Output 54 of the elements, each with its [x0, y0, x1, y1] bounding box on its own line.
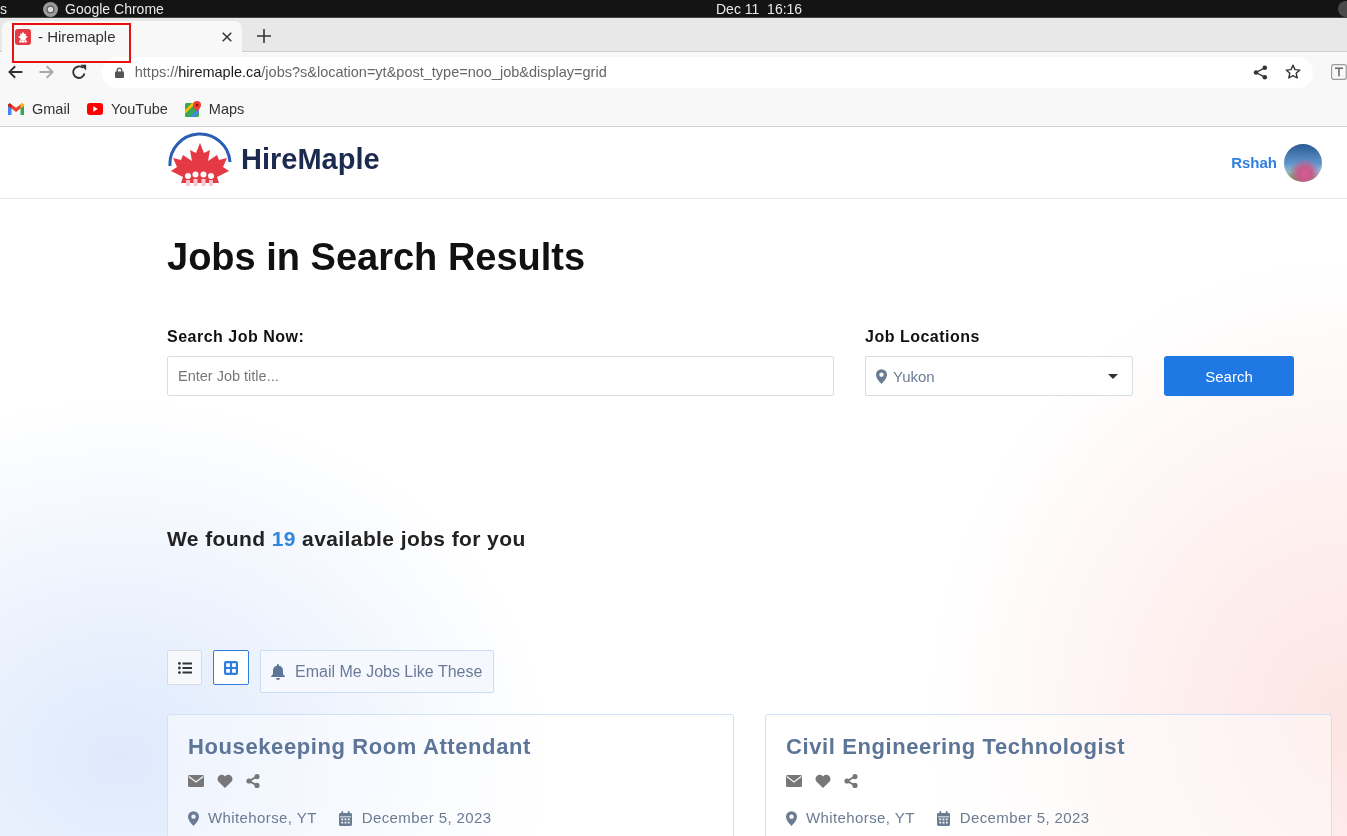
address-bar[interactable]: https://hiremaple.ca/jobs?s&location=yt&post_type=noo_job&display=grid	[101, 56, 1314, 88]
date-text: December 5, 2023	[959, 808, 1090, 828]
location-pin-icon	[876, 368, 887, 384]
grid-view-button[interactable]	[213, 650, 249, 685]
location-text: Whitehorse, YT	[806, 808, 915, 828]
back-arrow-icon[interactable]	[7, 64, 23, 80]
location-text: Whitehorse, YT	[208, 808, 317, 828]
lock-icon[interactable]	[114, 66, 124, 78]
page-title: Jobs in Search Results	[167, 235, 586, 279]
maple-leaf-logo-icon	[167, 131, 233, 188]
envelope-icon[interactable]	[786, 774, 802, 787]
location-label: Job Locations	[865, 327, 980, 347]
star-icon[interactable]	[1285, 64, 1302, 80]
reload-icon[interactable]	[70, 64, 87, 80]
list-icon	[177, 661, 192, 674]
site-logo[interactable]: HireMaple	[167, 131, 380, 188]
heart-icon[interactable]	[217, 773, 233, 788]
new-tab-icon[interactable]	[257, 29, 271, 43]
heart-icon[interactable]	[815, 773, 831, 788]
calendar-icon	[936, 810, 950, 826]
user-name-link[interactable]: Rshah	[1231, 154, 1277, 171]
extension-icon[interactable]	[1331, 64, 1347, 80]
share-icon[interactable]	[1253, 64, 1269, 80]
user-avatar[interactable]	[1284, 143, 1322, 182]
browser-logo-icon[interactable]	[43, 1, 58, 17]
grid-icon	[224, 660, 238, 675]
activities-menu[interactable]: s	[0, 1, 7, 17]
close-icon[interactable]	[222, 31, 232, 42]
clock-text[interactable]: Dec 11 16:16	[716, 1, 803, 17]
mail-icon	[8, 103, 24, 115]
calendar-icon	[338, 810, 352, 826]
bookmark-link[interactable]: Maps	[184, 101, 245, 117]
job-title-link[interactable]: Housekeeping Room Attendant	[188, 734, 531, 760]
email-alert-button[interactable]: Email Me Jobs Like These	[260, 650, 495, 693]
results-heading: We found 19 available jobs for you	[167, 526, 526, 552]
caret-icon	[1108, 373, 1118, 379]
bookmark-link[interactable]: YouTube	[86, 101, 168, 117]
location-select[interactable]: Yukon	[865, 356, 1133, 396]
location-pin-icon	[188, 810, 199, 826]
bell-icon	[271, 663, 285, 680]
app-name[interactable]: Google Chrome	[65, 1, 164, 17]
browser-tab[interactable]: - Hiremaple	[2, 21, 242, 52]
leaf-favicon-icon	[15, 28, 31, 45]
bookmark-link[interactable]: Gmail	[8, 101, 70, 117]
date-text: December 5, 2023	[361, 808, 492, 828]
envelope-icon[interactable]	[188, 774, 204, 787]
location-pin-icon	[786, 810, 797, 826]
search-label: Search Job Now:	[167, 327, 305, 347]
job-title-input[interactable]: Enter Job title...	[167, 356, 834, 396]
play-button-icon	[86, 103, 103, 115]
list-view-button[interactable]	[167, 650, 202, 685]
map-pin-icon	[184, 101, 201, 117]
job-title-link[interactable]: Civil Engineering Technologist	[786, 734, 1126, 760]
search-button[interactable]: Search	[1164, 356, 1294, 396]
